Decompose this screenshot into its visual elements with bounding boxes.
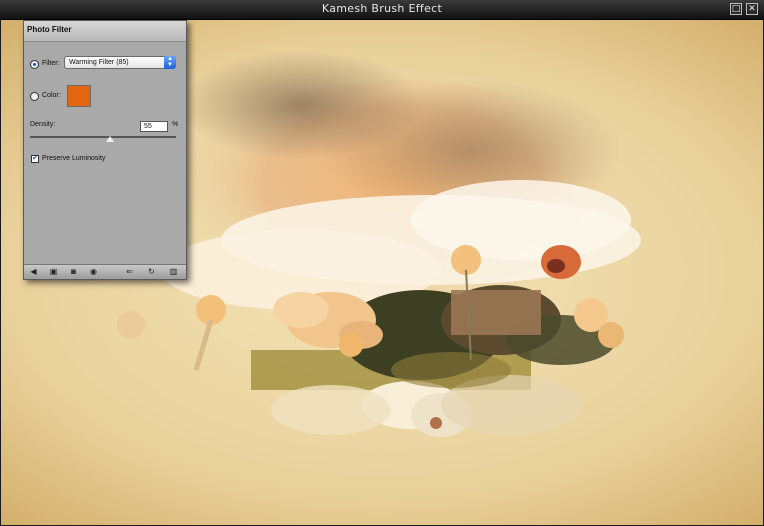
eye-icon[interactable]: ◉ — [88, 267, 99, 277]
title-bar[interactable]: Kamesh Brush Effect □ ✕ — [0, 0, 764, 20]
panel-footer: ◀ ▣ ◙ ◉ ⇐ ↻ ▥ — [24, 264, 186, 279]
density-slider[interactable] — [30, 136, 176, 138]
preserve-luminosity-label: Preserve Luminosity — [42, 155, 106, 162]
color-swatch[interactable] — [67, 85, 91, 107]
updown-arrows-icon: ▲ ▼ — [164, 56, 176, 69]
window-title: Kamesh Brush Effect — [321, 2, 443, 15]
photo-filter-panel: Photo Filter Filter: Warming Filter (85)… — [23, 20, 187, 280]
density-input[interactable]: 55 — [140, 121, 168, 132]
trash-icon[interactable]: ▥ — [168, 267, 179, 277]
panel-header[interactable]: Photo Filter — [24, 21, 186, 42]
maximize-icon[interactable]: □ — [730, 3, 742, 15]
filter-radio[interactable] — [30, 60, 39, 69]
filter-select[interactable]: Warming Filter (85) ▲ ▼ — [64, 56, 176, 69]
density-unit: % — [172, 121, 179, 128]
density-label: Density: — [30, 121, 56, 128]
preserve-luminosity-checkbox[interactable]: ✔ — [31, 155, 39, 163]
filter-select-value: Warming Filter (85) — [69, 59, 129, 66]
color-label: Color: — [42, 92, 61, 99]
close-icon[interactable]: ✕ — [746, 3, 758, 15]
panel-title: Photo Filter — [27, 25, 72, 34]
layer-mask-icon[interactable]: ◙ — [68, 267, 79, 277]
filter-label: Filter: — [42, 60, 60, 67]
density-slider-thumb[interactable] — [106, 136, 115, 142]
history-back-icon[interactable]: ◀ — [28, 267, 39, 277]
refresh-icon[interactable]: ↻ — [146, 267, 157, 277]
snapshot-icon[interactable]: ▣ — [48, 267, 59, 277]
link-icon[interactable]: ⇐ — [124, 267, 135, 277]
color-radio[interactable] — [30, 92, 39, 101]
app-window: Kamesh Brush Effect □ ✕ Photo Filter Fil… — [0, 0, 764, 526]
